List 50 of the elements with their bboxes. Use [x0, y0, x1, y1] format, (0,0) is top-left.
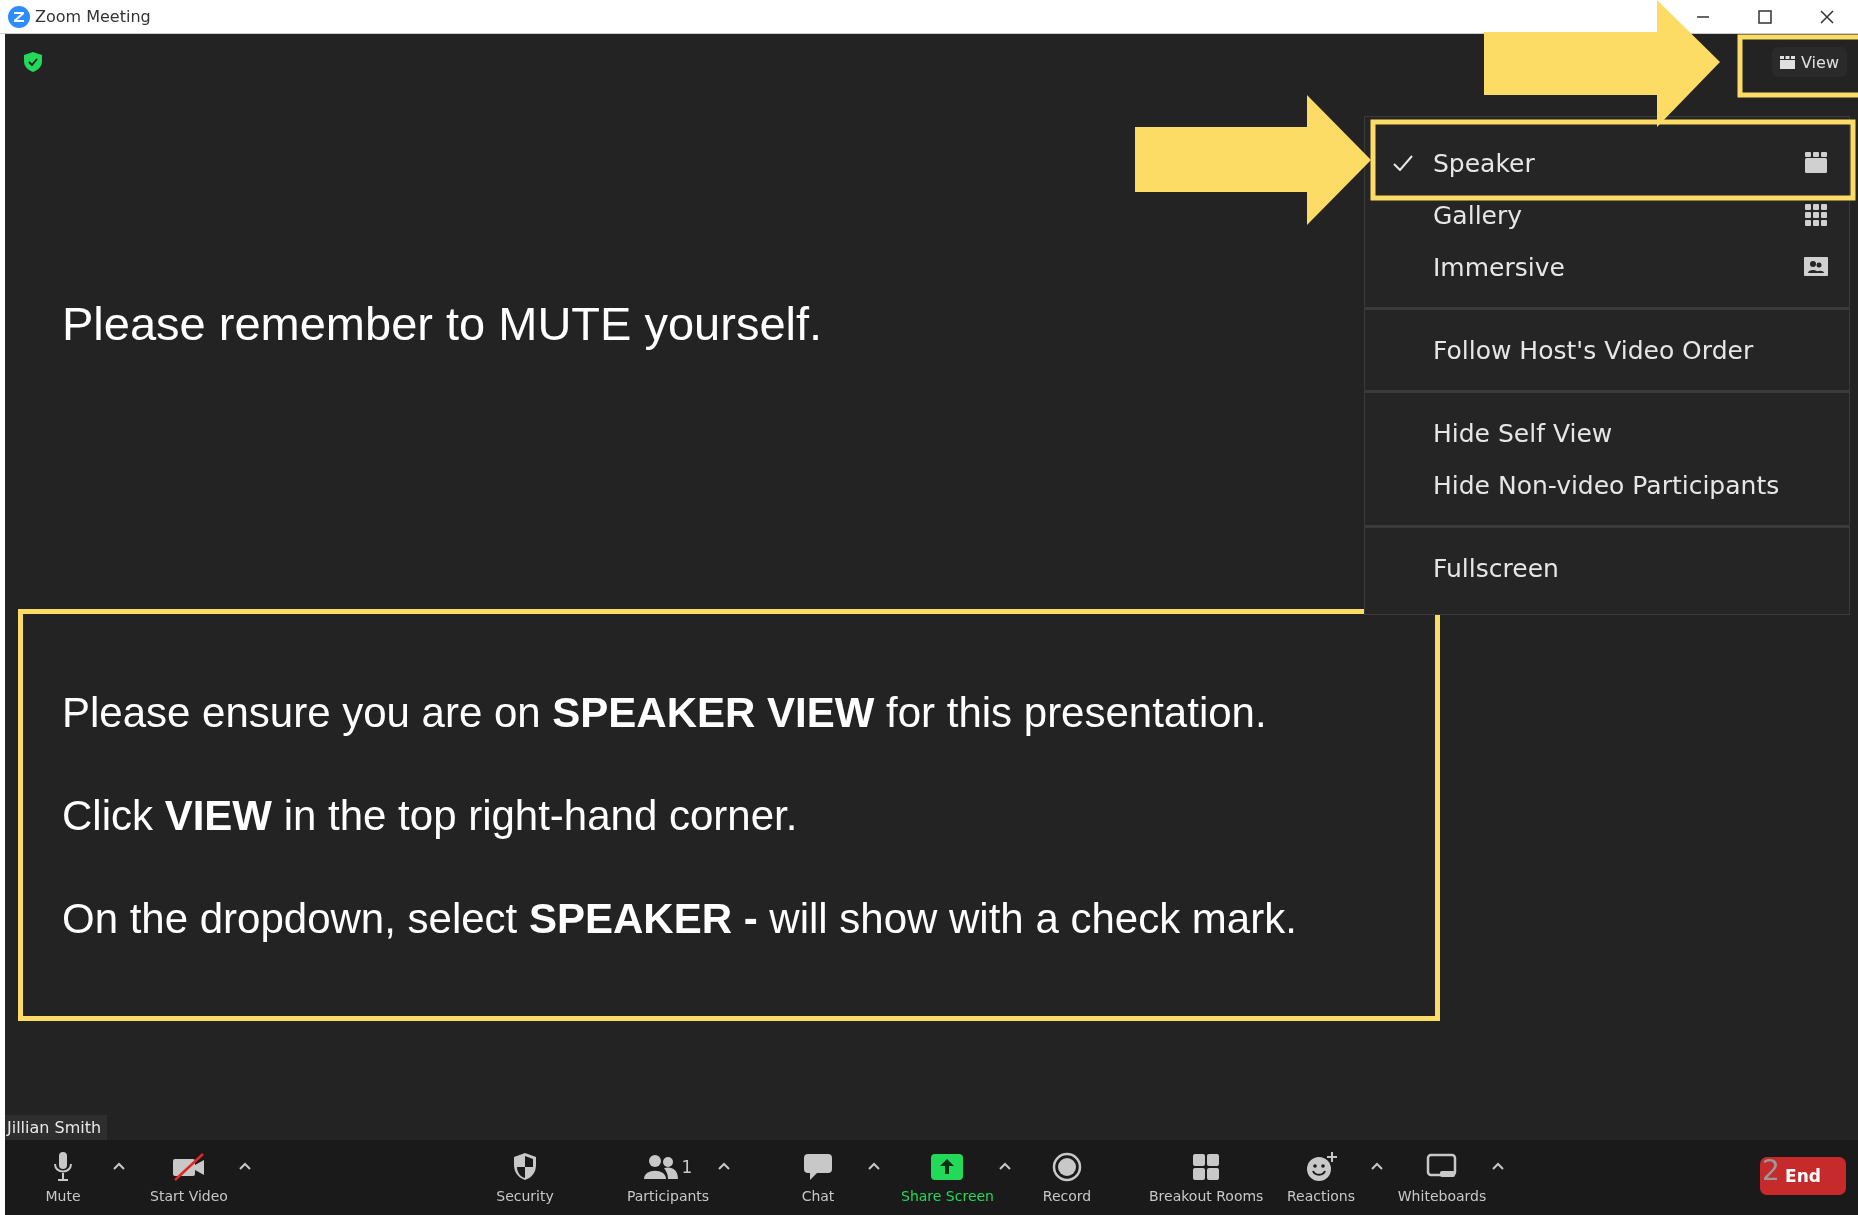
toolbar-button[interactable]: Breakout Rooms — [1149, 1151, 1264, 1204]
speaker-layout-icon — [1803, 151, 1829, 175]
video-camera-off-icon — [171, 1151, 207, 1182]
caret-icon[interactable] — [1370, 1160, 1384, 1171]
menu-item[interactable]: Immersive — [1365, 241, 1849, 293]
immersive-layout-icon — [1803, 255, 1829, 279]
toolbar-button[interactable]: Chat — [773, 1151, 863, 1204]
maximize-icon[interactable] — [1758, 9, 1772, 24]
menu-item[interactable]: Follow Host's Video Order — [1365, 324, 1849, 376]
view-button[interactable]: View — [1772, 47, 1847, 77]
toolbar-button[interactable]: Security — [480, 1151, 570, 1204]
instruction-text: On the dropdown, select SPEAKER - will show with a check mark. — [62, 894, 1298, 944]
shield-check-icon[interactable] — [24, 52, 42, 72]
toolbar-button[interactable]: Record — [1022, 1151, 1112, 1204]
instruction-text: Click VIEW in the top right-hand corner. — [62, 791, 799, 841]
speaker-layout-icon — [1780, 55, 1795, 69]
microphone-icon — [53, 1151, 73, 1182]
toolbar-button[interactable]: Reactions — [1276, 1151, 1366, 1204]
caret-icon[interactable] — [238, 1160, 252, 1171]
menu-item[interactable]: Hide Non-video Participants — [1365, 459, 1849, 511]
people-icon — [643, 1153, 678, 1180]
record-icon — [1052, 1151, 1082, 1182]
toolbar-button[interactable]: Share Screen — [901, 1151, 994, 1204]
caret-icon[interactable] — [998, 1160, 1012, 1171]
window-title: Zoom Meeting — [35, 7, 151, 26]
participant-count: 1 — [681, 1156, 693, 1177]
menu-item[interactable]: Fullscreen — [1365, 542, 1849, 594]
caret-icon[interactable] — [112, 1160, 126, 1171]
chat-bubble-icon — [803, 1152, 833, 1181]
instruction-text: Please ensure you are on SPEAKER VIEW for this presentation. — [62, 688, 1268, 738]
notice-text: Please remember to MUTE yourself. — [62, 296, 823, 351]
caret-icon[interactable] — [1491, 1160, 1505, 1171]
toolbar-button[interactable]: Whiteboards — [1397, 1151, 1487, 1204]
participant-name-label: Jillian Smith — [5, 1115, 108, 1140]
caret-icon[interactable] — [717, 1160, 731, 1171]
smiley-icon — [1305, 1151, 1337, 1182]
app-logo-icon — [8, 5, 30, 28]
caret-icon[interactable] — [867, 1160, 881, 1171]
toolbar-button[interactable]: Mute — [18, 1151, 108, 1204]
grid-icon — [1192, 1152, 1221, 1181]
menu-item[interactable]: Gallery — [1365, 189, 1849, 241]
number-label: 2 — [1762, 1154, 1780, 1187]
menu-item[interactable]: Speaker — [1365, 137, 1849, 189]
share-screen-icon — [930, 1152, 965, 1181]
close-icon[interactable] — [1820, 9, 1834, 24]
menu-item[interactable]: Hide Self View — [1365, 407, 1849, 459]
shield-icon — [512, 1151, 538, 1182]
gallery-layout-icon — [1803, 203, 1829, 227]
toolbar-button[interactable]: Start Video — [144, 1151, 234, 1204]
toolbar-button[interactable]: 1 Participants — [623, 1151, 713, 1204]
